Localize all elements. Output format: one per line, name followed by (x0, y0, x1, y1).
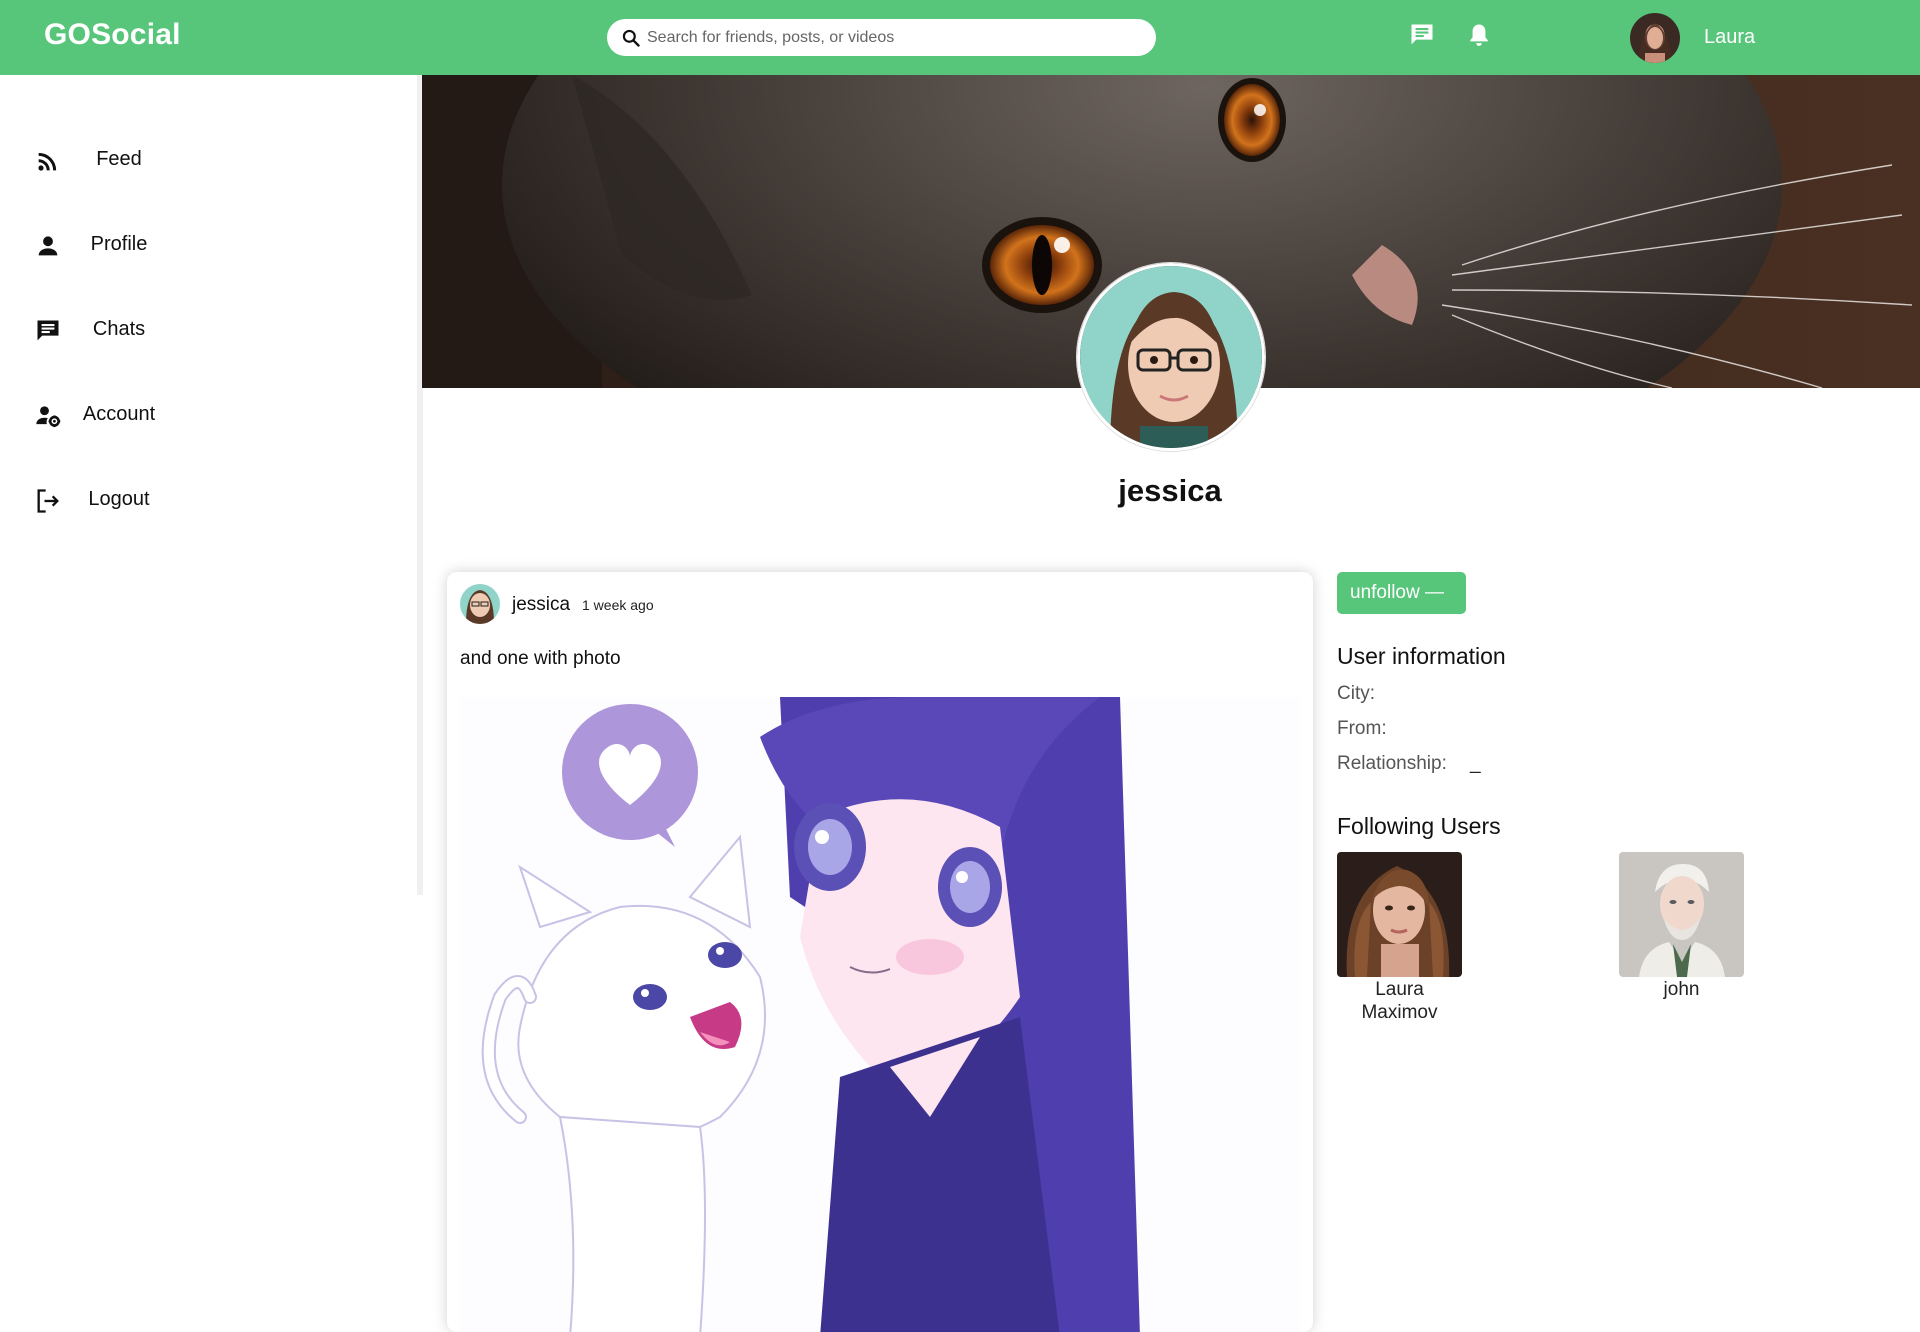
sidebar-item-label: Chats (92, 318, 146, 340)
post-timestamp: 1 week ago (582, 597, 654, 613)
following-user-avatar[interactable] (1337, 852, 1462, 977)
following-user-item[interactable]: Laura Maximov (1337, 852, 1497, 1024)
search-input[interactable] (647, 24, 1137, 51)
post-card: jessica 1 week ago and one with photo (447, 572, 1313, 1332)
post-author-avatar[interactable] (460, 584, 500, 624)
sidebar-item-feed[interactable]: Feed (0, 130, 416, 190)
profile-avatar[interactable] (1077, 263, 1265, 451)
sidebar-item-label: Account (82, 403, 156, 425)
search-bar[interactable] (607, 19, 1156, 56)
search-icon (622, 29, 640, 47)
sidebar-item-account[interactable]: Account (0, 385, 416, 445)
from-label: From: (1337, 718, 1387, 739)
sidebar-item-label: Feed (96, 148, 142, 170)
sidebar-item-label: Logout (88, 488, 150, 510)
current-user-avatar[interactable] (1630, 13, 1680, 63)
following-user-item[interactable]: john (1619, 852, 1779, 1001)
post-author-name[interactable]: jessica (512, 594, 570, 616)
relationship-label: Relationship: (1337, 753, 1447, 774)
bell-icon[interactable] (1465, 21, 1493, 49)
relationship-value: _ (1470, 753, 1481, 774)
following-users-title: Following Users (1337, 813, 1501, 839)
app-logo[interactable]: GOSocial (44, 18, 181, 52)
following-user-avatar[interactable] (1619, 852, 1744, 977)
sidebar-item-logout[interactable]: Logout (0, 470, 416, 530)
following-user-name[interactable]: Laura Maximov (1337, 978, 1462, 1024)
unfollow-button[interactable]: unfollow — (1337, 572, 1466, 614)
chat-icon[interactable] (1408, 21, 1436, 49)
sidebar-item-chats[interactable]: Chats (0, 300, 416, 360)
sidebar-item-label: Profile (90, 233, 148, 255)
profile-name: jessica (1118, 473, 1222, 508)
current-user-name[interactable]: Laura (1704, 26, 1755, 49)
top-bar: GOSocial Laura (0, 0, 1920, 75)
post-text: and one with photo (460, 648, 621, 669)
post-image[interactable] (460, 697, 1300, 1332)
following-user-name[interactable]: john (1619, 978, 1744, 1001)
user-info-title: User information (1337, 643, 1506, 669)
sidebar-item-profile[interactable]: Profile (0, 215, 416, 275)
sidebar: Feed Profile Chats Account Logout (0, 75, 416, 1326)
city-label: City: (1337, 683, 1375, 704)
